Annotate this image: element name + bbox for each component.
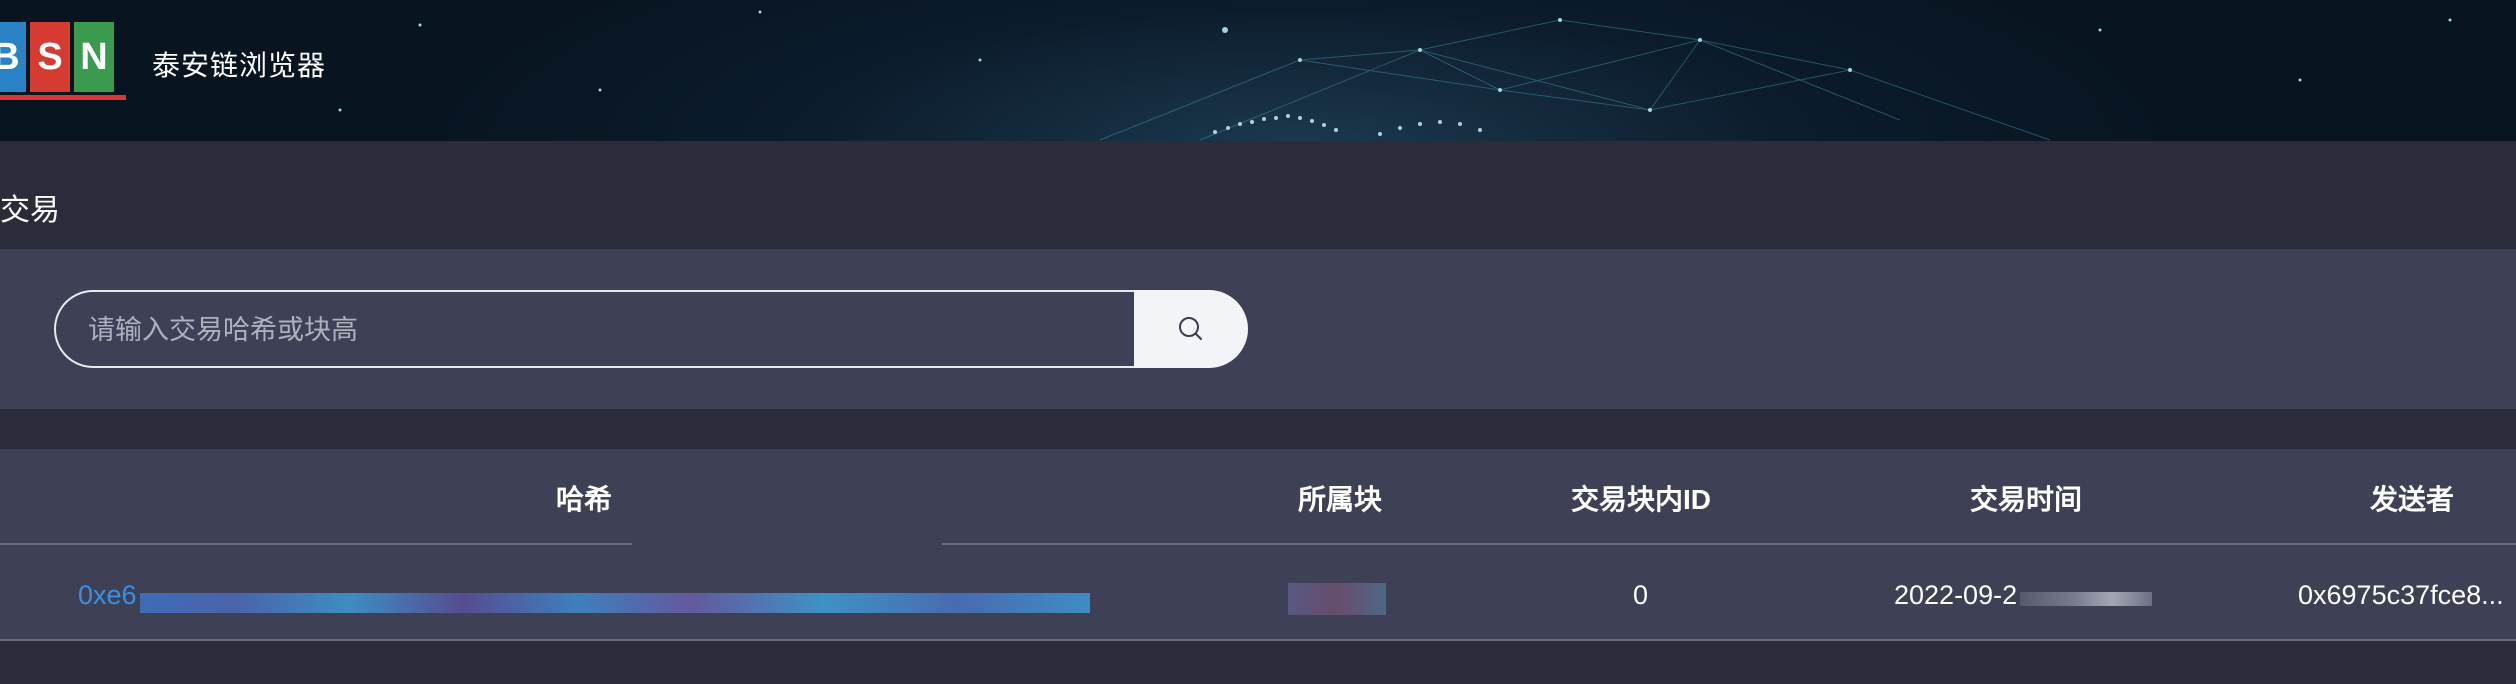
header-divider: [942, 543, 2516, 545]
column-header-block: 所属块: [1297, 484, 1383, 515]
page-title: 交易: [0, 194, 60, 227]
column-header-time: 交易时间: [1969, 484, 2083, 515]
hash-link[interactable]: 0xe6: [78, 580, 137, 611]
page-bottom: [0, 641, 2516, 684]
column-header-hash: 哈希: [555, 484, 613, 515]
brand-name[interactable]: 泰安链浏览器: [152, 44, 326, 84]
tx-index-cell: 0: [1633, 580, 1649, 610]
search-icon: [1179, 317, 1202, 340]
section-gap: [0, 409, 2516, 449]
logo-underline: [0, 95, 126, 100]
title-section: [0, 141, 2516, 249]
column-header-tx-index: 交易块内ID: [1570, 484, 1712, 515]
redacted-time: [2020, 592, 2152, 606]
redacted-hash: [140, 593, 1090, 613]
header-divider: [0, 543, 632, 545]
redacted-block: [1288, 583, 1386, 615]
column-header-sender: 发送者: [2369, 484, 2455, 515]
header: B S N 泰安链浏览器: [0, 0, 2516, 141]
time-cell: 2022-09-2: [1894, 580, 2018, 610]
sender-cell[interactable]: 0x6975c37fce8...: [2298, 580, 2504, 611]
logo-tile-s: S: [30, 22, 70, 92]
search-box: [54, 290, 1134, 368]
bsn-logo[interactable]: B S N: [0, 22, 118, 96]
search-button[interactable]: [1134, 290, 1248, 368]
starfield-background: [338, 10, 2452, 141]
logo-tile-n: N: [74, 22, 114, 92]
logo-tile-b: B: [0, 22, 26, 92]
search-input[interactable]: [86, 292, 1110, 368]
